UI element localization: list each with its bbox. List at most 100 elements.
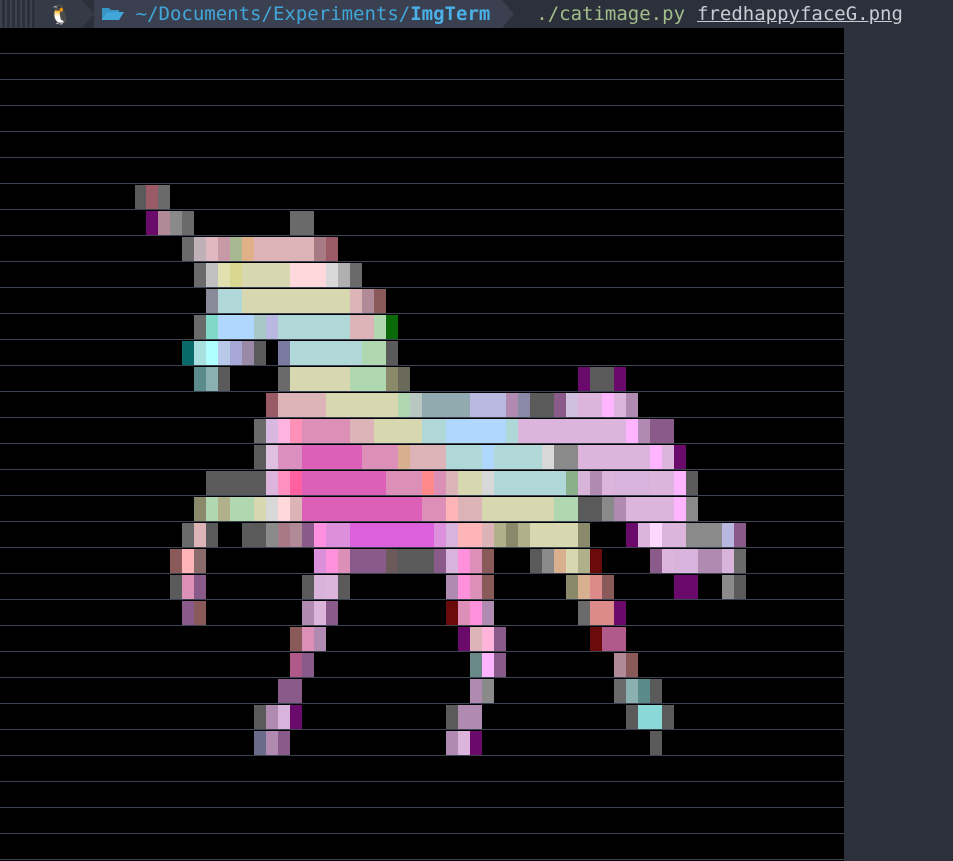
image-cell: [590, 367, 614, 391]
image-cell: [446, 471, 458, 495]
image-cell: [266, 445, 278, 469]
image-cell: [626, 705, 638, 729]
image-cell: [470, 679, 482, 703]
image-cell: [446, 445, 482, 469]
image-cell: [194, 497, 206, 521]
image-cell: [338, 263, 350, 287]
image-cell: [434, 523, 446, 547]
image-cell: [266, 705, 278, 729]
image-cell: [194, 341, 206, 365]
image-cell: [614, 679, 626, 703]
image-cell: [602, 627, 626, 651]
image-cell: [398, 367, 410, 391]
image-cell: [278, 393, 326, 417]
image-cell: [218, 263, 230, 287]
image-cell: [266, 393, 278, 417]
image-cell: [374, 315, 386, 339]
image-cell: [206, 523, 218, 547]
row-separator: [0, 547, 844, 548]
terminal-output[interactable]: [0, 28, 844, 861]
image-cell: [182, 237, 194, 261]
image-cell: [554, 497, 578, 521]
image-cell: [290, 471, 302, 495]
image-cell: [362, 289, 374, 313]
image-cell: [218, 367, 230, 391]
image-cell: [146, 211, 158, 235]
image-cell: [722, 575, 734, 599]
image-cell: [662, 549, 674, 573]
image-cell: [458, 575, 470, 599]
image-cell: [590, 627, 602, 651]
image-cell: [350, 289, 362, 313]
image-cell: [386, 549, 398, 573]
image-cell: [446, 601, 458, 625]
image-cell: [242, 341, 254, 365]
image-cell: [386, 341, 398, 365]
image-cell: [566, 445, 578, 469]
image-cell: [470, 575, 482, 599]
image-cell: [206, 341, 218, 365]
image-cell: [206, 237, 218, 261]
image-cell: [182, 211, 194, 235]
image-cell: [638, 679, 650, 703]
image-cell: [266, 315, 278, 339]
image-cell: [722, 549, 734, 573]
image-cell: [278, 445, 302, 469]
image-cell: [278, 679, 302, 703]
image-cell: [326, 237, 338, 261]
image-cell: [458, 549, 470, 573]
image-cell: [350, 263, 362, 287]
image-cell: [470, 393, 506, 417]
image-cell: [290, 523, 302, 547]
image-cell: [458, 601, 470, 625]
image-cell: [206, 315, 218, 339]
image-cell: [374, 289, 386, 313]
image-cell: [662, 523, 686, 547]
image-cell: [650, 731, 662, 755]
image-cell: [326, 575, 338, 599]
image-cell: [314, 627, 326, 651]
image-cell: [518, 393, 530, 417]
image-cell: [278, 497, 290, 521]
row-separator: [0, 703, 844, 704]
image-cell: [254, 497, 266, 521]
image-cell: [674, 471, 686, 495]
row-separator: [0, 781, 844, 782]
image-cell: [626, 653, 638, 677]
image-cell: [290, 263, 326, 287]
image-cell: [626, 523, 638, 547]
image-cell: [494, 627, 506, 651]
image-cell: [494, 523, 506, 547]
image-cell: [638, 419, 650, 443]
image-cell: [290, 211, 314, 235]
image-cell: [530, 549, 542, 573]
image-cell: [482, 601, 494, 625]
image-cell: [290, 705, 302, 729]
image-cell: [626, 393, 638, 417]
image-cell: [650, 549, 662, 573]
image-cell: [650, 419, 674, 443]
image-cell: [350, 523, 434, 547]
image-cell: [470, 549, 482, 573]
image-cell: [410, 393, 422, 417]
image-cell: [458, 705, 482, 729]
prompt-argument[interactable]: fredhappyfaceG.png: [697, 3, 903, 25]
image-cell: [182, 575, 194, 599]
image-cell: [650, 523, 662, 547]
image-cell: [614, 601, 626, 625]
prompt-path: ~/Documents/Experiments/: [135, 3, 411, 25]
row-separator: [0, 807, 844, 808]
image-cell: [686, 471, 698, 495]
row-separator: [0, 495, 844, 496]
image-cell: [638, 523, 650, 547]
image-cell: [314, 601, 326, 625]
image-cell: [206, 471, 266, 495]
image-cell: [446, 575, 458, 599]
image-cell: [254, 445, 266, 469]
image-cell: [518, 419, 626, 443]
image-cell: [650, 445, 662, 469]
image-cell: [446, 523, 458, 547]
image-cell: [554, 445, 566, 469]
row-separator: [0, 443, 844, 444]
image-cell: [302, 575, 314, 599]
